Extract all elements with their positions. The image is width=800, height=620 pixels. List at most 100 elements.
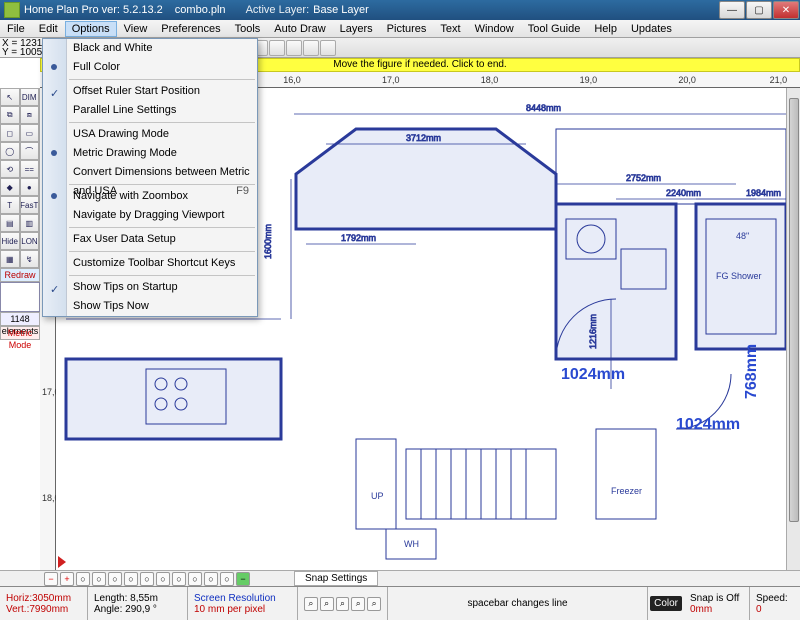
snap-toggle[interactable]: ○ xyxy=(124,572,138,586)
menu-view[interactable]: View xyxy=(117,21,155,37)
menu-item[interactable]: Customize Toolbar Shortcut Keys xyxy=(43,254,257,273)
snap-toggle[interactable]: ○ xyxy=(140,572,154,586)
tool-hide[interactable]: Hide xyxy=(0,232,20,250)
toolbar-button[interactable] xyxy=(269,40,285,56)
snap-toggle[interactable]: ○ xyxy=(188,572,202,586)
menu-updates[interactable]: Updates xyxy=(624,21,679,37)
menu-item[interactable]: Navigate with Zoombox xyxy=(43,187,257,206)
menu-separator xyxy=(69,227,255,228)
zoom-in-button[interactable]: − xyxy=(236,572,250,586)
menu-item[interactable]: Show Tips Now xyxy=(43,297,257,316)
snap-toggle[interactable]: ○ xyxy=(204,572,218,586)
snap-toggle[interactable]: ○ xyxy=(220,572,234,586)
snap-toggle[interactable]: ○ xyxy=(92,572,106,586)
menu-options[interactable]: Options xyxy=(65,21,117,37)
menu-item[interactable]: Navigate by Dragging Viewport xyxy=(43,206,257,225)
open-file-name: combo.pln xyxy=(175,4,238,16)
zoom-button[interactable]: ⌕ xyxy=(304,597,318,611)
tool-polygon[interactable]: ◆ xyxy=(0,178,20,196)
toolbar-button[interactable] xyxy=(320,40,336,56)
toolbar-button[interactable] xyxy=(286,40,302,56)
tool-rectangle[interactable]: ◻ xyxy=(0,124,20,142)
color-button[interactable]: Color xyxy=(650,596,682,611)
svg-text:1024mm: 1024mm xyxy=(561,366,625,383)
status-bar: Horiz:3050mm Vert.:7990mm Length: 8,55m … xyxy=(0,586,800,620)
menu-layers[interactable]: Layers xyxy=(333,21,380,37)
menu-preferences[interactable]: Preferences xyxy=(154,21,227,37)
menu-item[interactable]: Parallel Line Settings xyxy=(43,101,257,120)
ruler-tick: 16,0 xyxy=(283,75,301,85)
tool-dimension[interactable]: DIM xyxy=(20,88,40,106)
vertical-scrollbar[interactable] xyxy=(786,88,800,570)
options-menu-dropdown: Black and WhiteFull Color Offset Ruler St… xyxy=(42,38,258,317)
svg-text:48": 48" xyxy=(736,231,749,241)
menu-item[interactable]: Full Color xyxy=(43,58,257,77)
redraw-button[interactable]: Redraw xyxy=(0,268,40,282)
menu-pictures[interactable]: Pictures xyxy=(380,21,434,37)
origin-marker-icon xyxy=(58,556,66,568)
status-hint: spacebar changes line xyxy=(468,598,568,609)
zoom-button[interactable]: ⌕ xyxy=(320,597,334,611)
tool-point[interactable]: ● xyxy=(20,178,40,196)
zoom-reset-button[interactable]: + xyxy=(60,572,74,586)
status-resolution-value: 10 mm per pixel xyxy=(194,604,291,615)
ruler-tick: 21,0 xyxy=(770,75,788,85)
scroll-thumb[interactable] xyxy=(789,98,799,522)
menu-tool-guide[interactable]: Tool Guide xyxy=(521,21,588,37)
snap-toggle[interactable]: ○ xyxy=(172,572,186,586)
status-resolution-label: Screen Resolution xyxy=(194,593,291,604)
tool-rotate[interactable]: ⟲ xyxy=(0,160,20,178)
svg-text:Freezer: Freezer xyxy=(611,486,642,496)
menu-separator xyxy=(69,122,255,123)
tool-hatch[interactable]: ▤ xyxy=(0,214,20,232)
tool-line[interactable]: ↯ xyxy=(20,250,40,268)
menu-window[interactable]: Window xyxy=(468,21,521,37)
tool-fast-text[interactable]: FasT xyxy=(20,196,40,214)
snap-toggle[interactable]: ○ xyxy=(76,572,90,586)
zoom-button[interactable]: ⌕ xyxy=(367,597,381,611)
tool-grid[interactable]: ▦ xyxy=(0,250,20,268)
minimize-button[interactable]: — xyxy=(719,1,745,19)
svg-text:UP: UP xyxy=(371,491,384,501)
status-angle: Angle: 290,9 ° xyxy=(94,604,181,615)
menu-edit[interactable]: Edit xyxy=(32,21,65,37)
svg-text:1024mm: 1024mm xyxy=(676,416,740,433)
tool-select[interactable]: ↖ xyxy=(0,88,20,106)
tool-copy[interactable]: ⧉ xyxy=(0,106,20,124)
status-snap-value: 0mm xyxy=(690,604,743,615)
overview-thumbnail[interactable] xyxy=(0,282,40,312)
status-horiz: Horiz:3050mm xyxy=(6,593,81,604)
snap-toggle[interactable]: ○ xyxy=(108,572,122,586)
menu-file[interactable]: File xyxy=(0,21,32,37)
tool-parallel[interactable]: == xyxy=(20,160,40,178)
tool-fill[interactable]: ▥ xyxy=(20,214,40,232)
menu-tools[interactable]: Tools xyxy=(228,21,268,37)
tool-move[interactable]: ⧈ xyxy=(20,106,40,124)
zoom-button[interactable]: ⌕ xyxy=(336,597,350,611)
menu-item[interactable]: Offset Ruler Start Position✓ xyxy=(43,82,257,101)
menu-item[interactable]: Show Tips on Startup✓ xyxy=(43,278,257,297)
status-snap: Snap is Off xyxy=(690,593,743,604)
menu-item[interactable]: Black and White xyxy=(43,39,257,58)
zoom-out-button[interactable]: − xyxy=(44,572,58,586)
active-layer-name: Base Layer xyxy=(313,4,369,16)
tool-arc[interactable]: ⌒ xyxy=(20,142,40,160)
tool-clone[interactable]: CLONE xyxy=(20,232,40,250)
snap-toggle[interactable]: ○ xyxy=(156,572,170,586)
menu-item[interactable]: Convert Dimensions between Metric and US… xyxy=(43,163,257,182)
tool-box[interactable]: ▭ xyxy=(20,124,40,142)
toolbar-button[interactable] xyxy=(303,40,319,56)
tool-text[interactable]: T xyxy=(0,196,20,214)
close-button[interactable]: ✕ xyxy=(773,1,799,19)
zoom-button[interactable]: ⌕ xyxy=(351,597,365,611)
menu-separator xyxy=(69,79,255,80)
maximize-button[interactable]: ▢ xyxy=(746,1,772,19)
menu-item[interactable]: Fax User Data Setup xyxy=(43,230,257,249)
snap-settings-label[interactable]: Snap Settings xyxy=(294,571,378,586)
menu-text[interactable]: Text xyxy=(433,21,467,37)
menu-auto-draw[interactable]: Auto Draw xyxy=(267,21,332,37)
menu-help[interactable]: Help xyxy=(587,21,624,37)
menu-item[interactable]: USA Drawing Mode xyxy=(43,125,257,144)
menu-item[interactable]: Metric Drawing Mode xyxy=(43,144,257,163)
tool-circle[interactable]: ◯ xyxy=(0,142,20,160)
